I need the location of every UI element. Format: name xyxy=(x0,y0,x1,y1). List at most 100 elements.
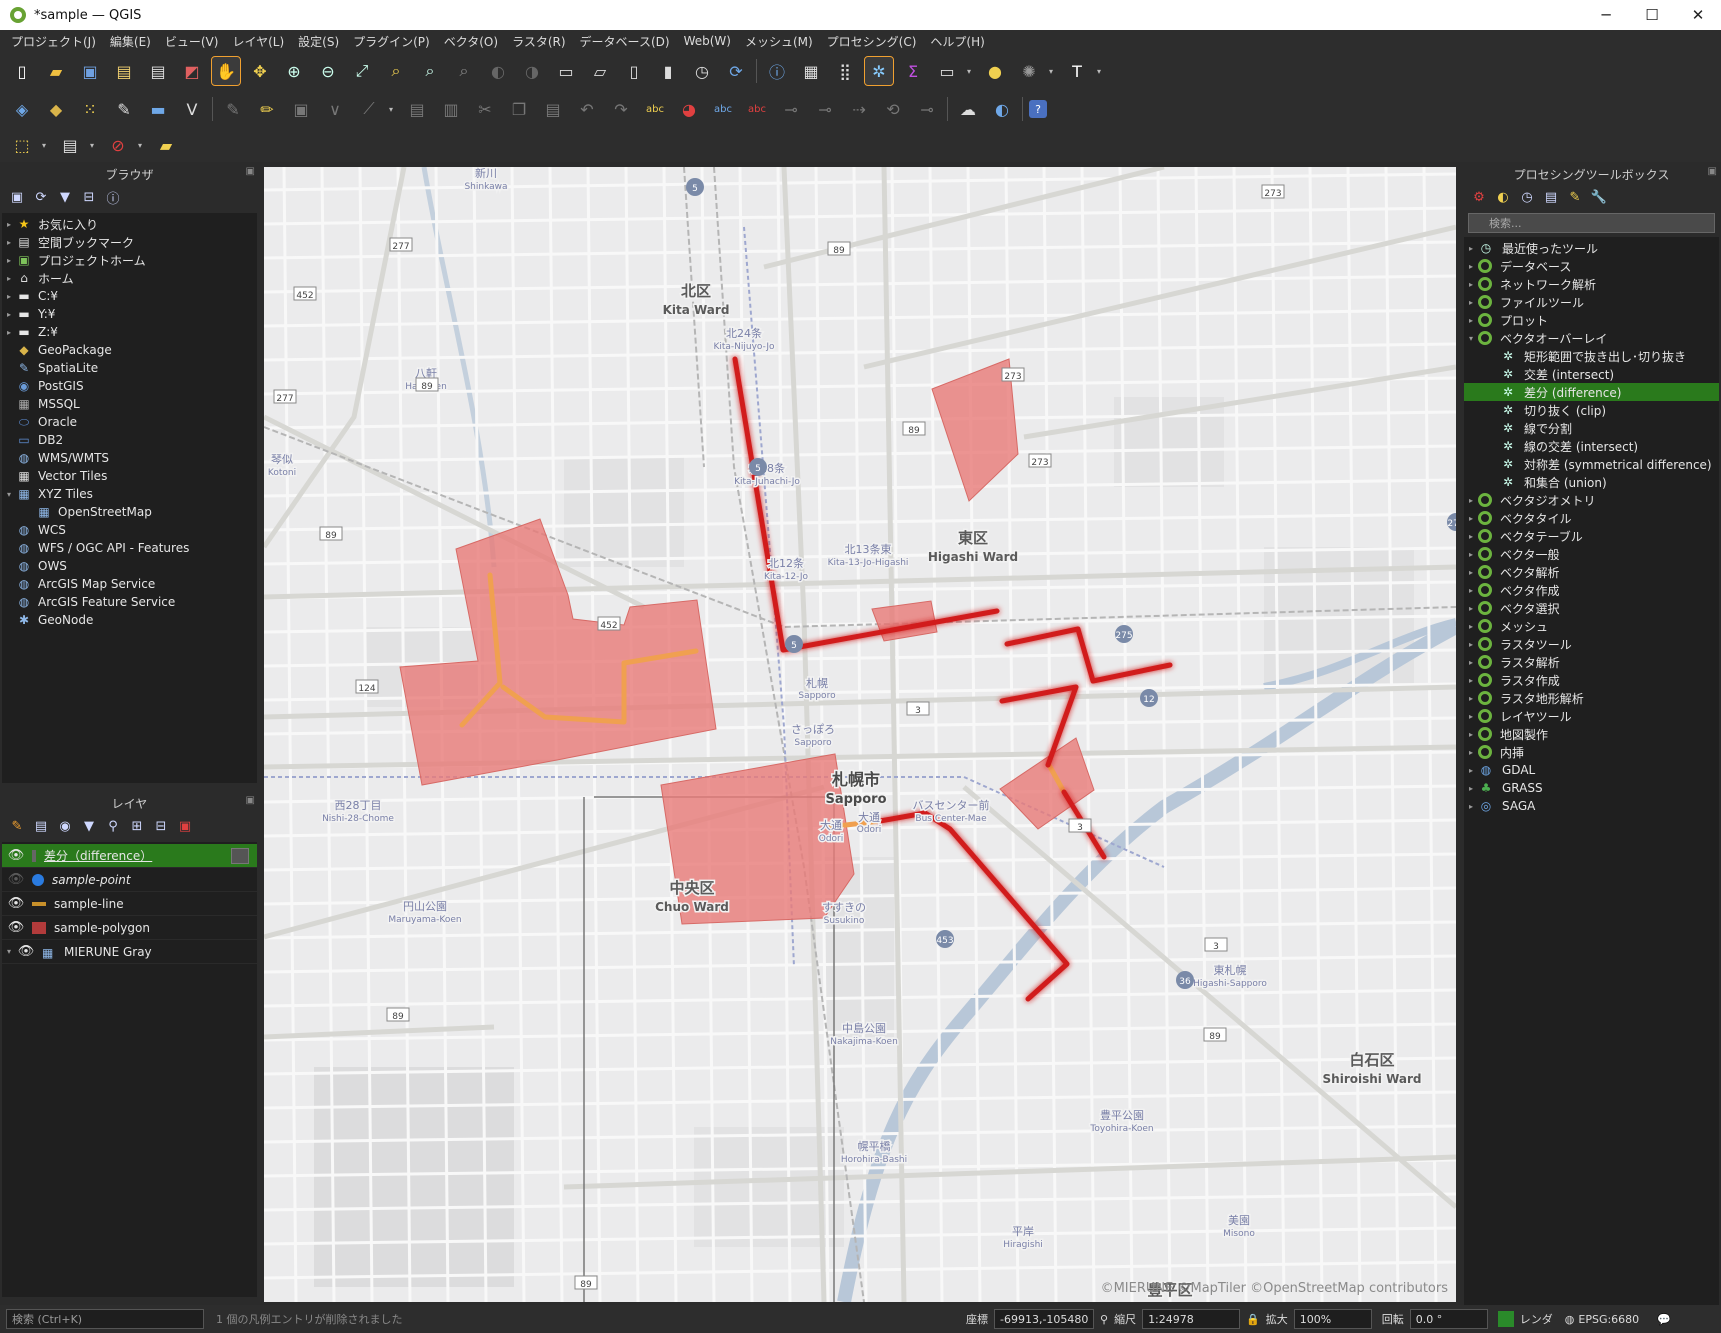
map-canvas[interactable]: 北区 Kita Ward 東区 Higashi Ward 中央区 Chuo Ward 白石区… xyxy=(264,167,1456,1302)
browser-item[interactable]: ▦ OpenStreetMap xyxy=(2,503,257,521)
processing-toolbox-icon[interactable]: ✲ xyxy=(864,56,894,86)
menu-processing[interactable]: プロセシング(C) xyxy=(820,33,924,50)
pan-to-selection-icon[interactable]: ✥ xyxy=(246,57,274,85)
browser-item[interactable]: ▸ ▬ C:¥ xyxy=(2,287,257,305)
toolbox-group[interactable]: ▸ ベクタ一般 xyxy=(1464,545,1719,563)
expand-arrow-icon[interactable]: ▸ xyxy=(1464,748,1478,757)
deselect-dropdown-icon[interactable]: ▾ xyxy=(138,141,146,150)
zoom-native-icon[interactable]: ⌕ xyxy=(450,57,478,85)
pin-labels-icon[interactable]: ⊸ xyxy=(777,95,805,123)
toolbox-group[interactable]: ▸ ベクタタイル xyxy=(1464,509,1719,527)
messages-icon[interactable]: 💬 xyxy=(1657,1313,1671,1326)
layout-manager-icon[interactable]: ▤ xyxy=(144,57,172,85)
zoom-out-icon[interactable]: ⊖ xyxy=(314,57,342,85)
expand-arrow-icon[interactable]: ▸ xyxy=(1464,586,1478,595)
toolbox-group[interactable]: ▸ ◍ GDAL xyxy=(1464,761,1719,779)
toolbox-group[interactable]: ▸ ◎ SAGA xyxy=(1464,797,1719,815)
toolbox-algorithm[interactable]: ✲ 線の交差 (intersect) xyxy=(1464,437,1719,455)
layer-item[interactable]: ▾ 👁 ▦ MIERUNE Gray xyxy=(2,940,257,964)
browser-item[interactable]: ▸ ▤ 空間ブックマーク xyxy=(2,233,257,251)
label-red-icon[interactable]: abc xyxy=(743,95,771,123)
new-temporary-layer-icon[interactable]: ⁙ xyxy=(76,95,104,123)
open-style-panel-icon[interactable]: ✎ xyxy=(8,817,26,835)
identify-features-icon[interactable]: ⓘ xyxy=(763,57,791,85)
select-by-expression-icon[interactable]: ▤ xyxy=(56,131,84,159)
toolbox-group[interactable]: ▸ ベクタ作成 xyxy=(1464,581,1719,599)
toolbox-algorithm[interactable]: ✲ 切り抜く (clip) xyxy=(1464,401,1719,419)
expand-arrow-icon[interactable]: ▸ xyxy=(1464,676,1478,685)
browser-item[interactable]: ◆ GeoPackage xyxy=(2,341,257,359)
browser-item[interactable]: ◉ PostGIS xyxy=(2,377,257,395)
menu-edit[interactable]: 編集(E) xyxy=(103,33,158,50)
toolbox-group[interactable]: ▾ ベクタオーバーレイ xyxy=(1464,329,1719,347)
help-icon[interactable]: ? xyxy=(1029,100,1047,118)
expand-arrow-icon[interactable]: ▸ xyxy=(1464,766,1478,775)
visibility-eye-icon[interactable]: 👁 xyxy=(6,920,26,935)
scale-field[interactable]: 1:24978 xyxy=(1142,1309,1241,1329)
zoom-in-icon[interactable]: ⊕ xyxy=(280,57,308,85)
browser-item[interactable]: ◍ ArcGIS Map Service xyxy=(2,575,257,593)
select-dropdown-icon[interactable]: ▾ xyxy=(1049,67,1057,76)
lock-scale-icon[interactable]: 🔒 xyxy=(1246,1313,1260,1326)
toolbox-search-input[interactable]: 検索... xyxy=(1468,213,1715,233)
render-checkbox[interactable] xyxy=(1497,1311,1514,1327)
add-selected-layers-icon[interactable]: ▣ xyxy=(8,188,26,206)
browser-item[interactable]: ▦ MSSQL xyxy=(2,395,257,413)
menu-plugins[interactable]: プラグイン(P) xyxy=(346,33,437,50)
toolbox-group[interactable]: ▸ レイヤツール xyxy=(1464,707,1719,725)
style-manager-icon[interactable]: ◩ xyxy=(178,57,206,85)
show-hide-labels-icon[interactable]: ⊸ xyxy=(811,95,839,123)
locator-search-input[interactable]: 検索 (Ctrl+K) xyxy=(6,1309,204,1329)
expand-arrow-icon[interactable]: ▸ xyxy=(1464,604,1478,613)
maximize-button[interactable]: ☐ xyxy=(1629,0,1675,30)
visibility-eye-icon[interactable]: 👁 xyxy=(6,848,26,863)
move-label-icon[interactable]: ⇢ xyxy=(845,95,873,123)
add-group-icon[interactable]: ▤ xyxy=(32,817,50,835)
expand-arrow-icon[interactable]: ▸ xyxy=(1464,496,1478,505)
browser-item[interactable]: ◍ WMS/WMTS xyxy=(2,449,257,467)
expand-arrow-icon[interactable]: ▸ xyxy=(2,220,16,229)
filter-legend-icon[interactable]: ▼ xyxy=(80,817,98,835)
modify-attributes-icon[interactable]: ▤ xyxy=(403,95,431,123)
delete-selected-icon[interactable]: ▥ xyxy=(437,95,465,123)
browser-item[interactable]: ◍ WCS xyxy=(2,521,257,539)
measure-dropdown-icon[interactable]: ▾ xyxy=(967,67,975,76)
menu-layer[interactable]: レイヤ(L) xyxy=(225,33,291,50)
new-print-layout-icon[interactable]: ▤ xyxy=(110,57,138,85)
browser-item[interactable]: ⬭ Oracle xyxy=(2,413,257,431)
toolbox-group[interactable]: ▸ ベクタ選択 xyxy=(1464,599,1719,617)
browser-item[interactable]: ▦ Vector Tiles xyxy=(2,467,257,485)
toolbox-group[interactable]: ▸ 内挿 xyxy=(1464,743,1719,761)
collapse-arrow-icon[interactable]: ▾ xyxy=(2,490,16,499)
open-project-icon[interactable]: ▰ xyxy=(42,57,70,85)
menu-vector[interactable]: ベクタ(O) xyxy=(437,33,505,50)
visibility-eye-icon[interactable]: 👁 xyxy=(6,896,26,911)
diagram-icon[interactable]: ◕ xyxy=(675,95,703,123)
scripts-icon[interactable]: ◐ xyxy=(1494,188,1512,206)
expand-arrow-icon[interactable]: ▸ xyxy=(2,310,16,319)
expand-arrow-icon[interactable]: ▸ xyxy=(1464,316,1478,325)
statistical-summary-icon[interactable]: Σ xyxy=(899,57,927,85)
coordinate-field[interactable]: -69913,-105480 xyxy=(994,1309,1094,1329)
browser-item[interactable]: ▾ ▦ XYZ Tiles xyxy=(2,485,257,503)
label-tool-icon[interactable]: abc xyxy=(641,95,669,123)
select-features-tool-icon[interactable]: ✺ xyxy=(1015,57,1043,85)
save-edits-icon[interactable]: ▣ xyxy=(287,95,315,123)
menu-help[interactable]: ヘルプ(H) xyxy=(923,33,991,50)
zoom-next-icon[interactable]: ◑ xyxy=(518,57,546,85)
collapse-all-icon[interactable]: ⊟ xyxy=(80,188,98,206)
expand-arrow-icon[interactable]: ▸ xyxy=(1464,514,1478,523)
zoom-full-icon[interactable]: ⤢ xyxy=(348,57,376,85)
new-project-icon[interactable]: ▯ xyxy=(8,57,36,85)
expand-arrow-icon[interactable]: ▸ xyxy=(1464,784,1478,793)
expand-all-icon[interactable]: ⊞ xyxy=(128,817,146,835)
menu-mesh[interactable]: メッシュ(M) xyxy=(738,33,820,50)
current-edits-icon[interactable]: ✎ xyxy=(219,95,247,123)
undo-icon[interactable]: ↶ xyxy=(573,95,601,123)
toolbox-algorithm[interactable]: ✲ 線で分割 xyxy=(1464,419,1719,437)
toolbox-group[interactable]: ▸ ラスタツール xyxy=(1464,635,1719,653)
toolbox-algorithm[interactable]: ✲ 矩形範囲で抜き出し･切り抜き xyxy=(1464,347,1719,365)
browser-item[interactable]: ▸ ▬ Y:¥ xyxy=(2,305,257,323)
expand-arrow-icon[interactable]: ▸ xyxy=(2,256,16,265)
toolbox-group[interactable]: ▸ ベクタテーブル xyxy=(1464,527,1719,545)
